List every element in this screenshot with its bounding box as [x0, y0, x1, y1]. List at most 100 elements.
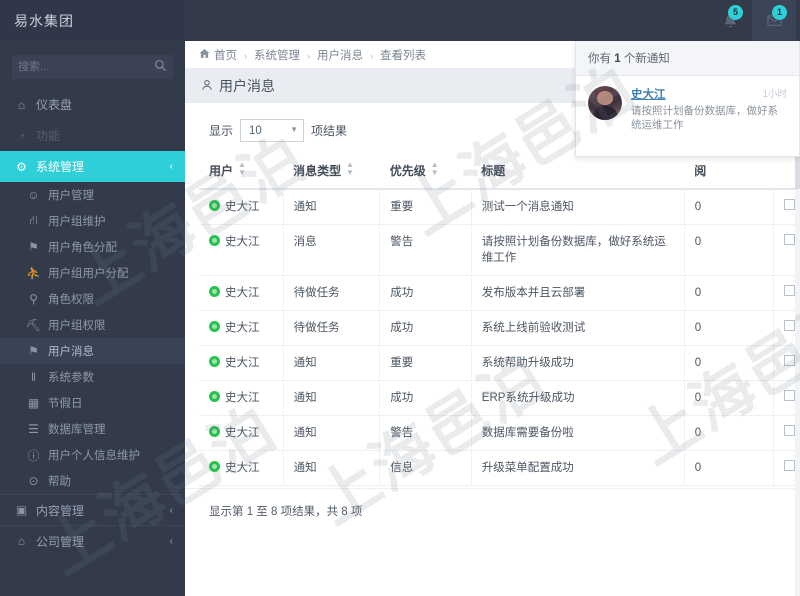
row-checkbox[interactable] [783, 355, 795, 366]
sidebar-item-2[interactable]: ⚙ 系统管理 ‹ [0, 151, 185, 182]
cell-message-type: 通知 [283, 450, 381, 486]
sidebar-item-15[interactable]: ▣ 内容管理 ‹ [0, 494, 185, 525]
row-checkbox[interactable] [783, 320, 795, 331]
messages-table: 用户▲▼消息类型▲▼优先级▲▼标题阅 史大江通知重要测试一个消息通知0史大江史大… [199, 152, 800, 486]
sidebar-item-12[interactable]: ☰ 数据库管理 [0, 416, 185, 442]
sort-icon[interactable]: ▲ ▼ [346, 161, 354, 177]
breadcrumb-link-3[interactable]: 查看列表 [380, 50, 426, 62]
column-header-label: 优先级 [389, 164, 426, 178]
cell-user: 史大江 [199, 275, 284, 311]
cell-user-label: 史大江 [225, 392, 260, 404]
sidebar-item-8[interactable]: ⛏ 用户组权限 [0, 312, 185, 338]
cell-title: 系统帮助升级成功 [471, 345, 685, 381]
cell-priority: 成功 [379, 275, 472, 311]
sidebar-item-11[interactable]: ▦ 节假日 [0, 390, 185, 416]
sidebar-item-label: 用户个人信息维护 [48, 450, 140, 462]
sidebar-item-label: 功能 [36, 129, 61, 143]
row-checkbox[interactable] [783, 285, 795, 296]
table-row[interactable]: 史大江通知重要测试一个消息通知0史大江 [199, 189, 800, 225]
row-checkbox[interactable] [783, 199, 795, 210]
table-row[interactable]: 史大江通知成功ERP系统升级成功0史大江 [199, 380, 800, 416]
column-header-1[interactable]: 消息类型 ▲ ▼ [283, 152, 380, 190]
topbar: 5 1 [155, 0, 800, 41]
cell-title: 发布版本并且云部署 [471, 275, 685, 311]
sidebar-logo[interactable]: 易水集团 [0, 0, 185, 41]
column-header-label: 阅 [694, 163, 707, 178]
cell-user-label: 史大江 [225, 287, 260, 299]
table-header-row: 用户 ▲ ▼ 消息类型 ▲ ▼ 优先级 ▲ ▼ 标题 阅 [199, 152, 800, 190]
status-dot-icon [209, 461, 220, 472]
column-header-2[interactable]: 优先级 ▲ ▼ [379, 152, 472, 190]
table-row[interactable]: 史大江消息警告请按照计划备份数据库，做好系统运维工作0史大江 [199, 224, 800, 276]
sidebar-item-3[interactable]: ☺ 用户管理 [0, 182, 185, 208]
cell-user: 史大江 [199, 450, 284, 486]
row-checkbox[interactable] [783, 425, 795, 436]
sidebar-item-label: 用户组用户分配 [48, 268, 129, 280]
sidebar-item-label: 公司管理 [36, 534, 85, 549]
sidebar-item-10[interactable]: ‖ 系统参数 [0, 364, 185, 390]
cell-priority: 重要 [379, 189, 472, 225]
cell-priority: 信息 [379, 450, 472, 486]
cell-read-count: 0 [684, 415, 774, 451]
column-header-label: 标题 [481, 163, 506, 178]
chevron-left-icon: ‹ [169, 161, 173, 172]
wrench-icon: ⛏ [25, 318, 42, 332]
sort-icon[interactable]: ▲ ▼ [431, 161, 439, 177]
sidebar-item-5[interactable]: ⚑ 用户角色分配 [0, 234, 185, 260]
table-row[interactable]: 史大江待做任务成功发布版本并且云部署0史大江 [199, 275, 800, 311]
row-checkbox[interactable] [783, 460, 795, 471]
sidebar-search [0, 41, 185, 89]
cell-user: 史大江 [199, 310, 284, 346]
bank-icon: ⌂ [17, 534, 26, 548]
table-row[interactable]: 史大江待做任务成功系统上线前验收测试0史大江 [199, 310, 800, 346]
sidebar-item-13[interactable]: ⓘ 用户个人信息维护 [0, 442, 185, 468]
sidebar-item-7[interactable]: ⚲ 角色权限 [0, 286, 185, 312]
sidebar-item-14[interactable]: ⊙ 帮助 [0, 468, 185, 494]
home-icon: ⌂ [17, 97, 26, 112]
question-icon: ⊙ [28, 474, 39, 488]
sidebar-item-16[interactable]: ⌂ 公司管理 ‹ [0, 525, 185, 556]
column-header-label: 消息类型 [293, 164, 342, 178]
cell-title: 升级菜单配置成功 [471, 450, 685, 486]
table-footer-info: 显示第 1 至 8 项结果，共 8 项 [185, 488, 800, 529]
column-header-0[interactable]: 用户 ▲ ▼ [199, 152, 284, 190]
sidebar-item-4[interactable]: ⛙ 用户组维护 [0, 208, 185, 234]
sidebar-item-label: 系统参数 [48, 372, 94, 384]
table-row[interactable]: 史大江通知重要系统帮助升级成功0史大江 [199, 345, 800, 381]
cell-user-label: 史大江 [225, 462, 260, 474]
sidebar-item-6[interactable]: ⛹ 用户组用户分配 [0, 260, 185, 286]
table-row[interactable]: 史大江通知信息升级菜单配置成功0史大江 [199, 450, 800, 486]
row-checkbox[interactable] [783, 234, 795, 245]
cell-title: 请按照计划备份数据库，做好系统运维工作 [471, 224, 685, 276]
column-header-label: 用户 [209, 164, 234, 178]
sidebar-nav: ⌂ 仪表盘 ◔ 功能 ⚙ 系统管理 ‹ ☺ 用户管理 ⛙ 用户组维护 ⚑ 用户角色分配 ⛹ 用户组用户分配 ⚲… [0, 89, 185, 556]
row-checkbox[interactable] [783, 390, 795, 401]
messages-badge: 1 [772, 5, 787, 20]
sort-icon[interactable]: ▲ ▼ [238, 161, 246, 177]
cell-user-label: 史大江 [225, 236, 260, 248]
breadcrumb-link-2[interactable]: 用户消息 [317, 50, 363, 62]
notifications-button[interactable]: 5 [708, 0, 752, 41]
page-length-select[interactable]: 102550100 [240, 119, 305, 142]
sidebar-item-0[interactable]: ⌂ 仪表盘 [0, 89, 185, 120]
notification-sender-link[interactable]: 史大江 [631, 86, 666, 102]
notification-text: 1小时 史大江 请按照计划备份数据库，做好系统运维工作 [631, 86, 787, 132]
sidebar-item-label: 用户角色分配 [48, 242, 117, 254]
chevron-left-icon: ‹ [169, 535, 173, 547]
key-icon: ⚲ [29, 292, 38, 306]
messages-button[interactable]: 1 [752, 0, 796, 41]
cell-priority: 成功 [379, 380, 472, 416]
status-dot-icon [209, 356, 220, 367]
cell-priority: 警告 [379, 224, 472, 276]
table-row[interactable]: 史大江通知警告数据库需要备份啦0史大江 [199, 415, 800, 451]
sidebar-item-1[interactable]: ◔ 功能 [0, 120, 185, 151]
breadcrumb-link-0[interactable]: 首页 [214, 50, 237, 62]
breadcrumb-link-1[interactable]: 系统管理 [254, 50, 300, 62]
search-input[interactable] [12, 55, 173, 79]
table-wrap: 用户▲▼消息类型▲▼优先级▲▼标题阅 史大江通知重要测试一个消息通知0史大江史大… [185, 152, 800, 486]
sidebar-item-9[interactable]: ⚑ 用户消息 [0, 338, 185, 364]
sidebar-item-label: 用户组权限 [48, 320, 106, 332]
page-title: 用户消息 [219, 78, 275, 94]
notification-item[interactable]: 1小时 史大江 请按照计划备份数据库，做好系统运维工作 [576, 76, 799, 156]
cell-user-label: 史大江 [225, 357, 260, 369]
